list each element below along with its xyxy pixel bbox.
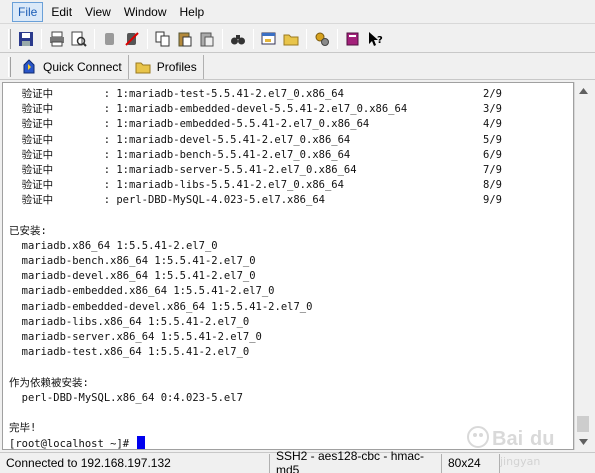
scrollbar-thumb[interactable] [577, 416, 589, 432]
paste-icon[interactable] [175, 29, 195, 49]
print-preview-icon[interactable] [69, 29, 89, 49]
folder-icon[interactable] [281, 29, 301, 49]
terminal-line: mariadb-embedded.x86_64 1:5.5.41-2.el7_0 [9, 285, 275, 298]
terminal-line: 验证中 : perl-DBD-MySQL-4.023-5.el7.x86_64 … [9, 194, 502, 207]
text-cursor [137, 436, 146, 449]
terminal-line: perl-DBD-MySQL.x86_64 0:4.023-5.el7 [9, 391, 243, 404]
connection-status: Connected to 192.168.197.132 [0, 453, 270, 473]
terminal-line: 作为依赖被安装: [9, 376, 89, 389]
terminal-output: 验证中 : 1:mariadb-test-5.5.41-2.el7_0.x86_… [9, 87, 502, 450]
terminal-line: 验证中 : 1:mariadb-test-5.5.41-2.el7_0.x86_… [9, 88, 502, 100]
print-icon[interactable] [47, 29, 67, 49]
toolbar-grip[interactable] [8, 56, 11, 77]
toolbar-separator [337, 28, 338, 49]
menu-file[interactable]: File [12, 1, 44, 22]
find-icon[interactable] [228, 29, 248, 49]
quick-connect-bar: Quick Connect Profiles [0, 54, 595, 80]
menu-view[interactable]: View [80, 3, 116, 21]
sftp-icon[interactable] [259, 29, 279, 49]
scroll-up-arrow-icon[interactable] [575, 82, 592, 99]
disconnect-icon[interactable] [100, 29, 120, 49]
folder-icon [135, 62, 151, 73]
terminal-line: mariadb-bench.x86_64 1:5.5.41-2.el7_0 [9, 255, 256, 268]
svg-text:?: ? [377, 35, 383, 46]
quick-connect-icon [23, 58, 35, 73]
terminal-line: mariadb.x86_64 1:5.5.41-2.el7_0 [9, 239, 218, 252]
vertical-scrollbar[interactable] [574, 82, 591, 450]
toolbar-separator [94, 28, 95, 49]
quick-connect-label: Quick Connect [43, 59, 122, 74]
toolbar-separator [222, 28, 223, 49]
menu-help[interactable]: Help [175, 3, 210, 21]
paste-special-icon[interactable] [197, 29, 217, 49]
toolbar-grip[interactable] [8, 28, 11, 49]
menu-bar: File Edit View Window Help [0, 0, 595, 24]
terminal-line: mariadb-embedded-devel.x86_64 1:5.5.41-2… [9, 300, 313, 313]
terminal-line: mariadb-test.x86_64 1:5.5.41-2.el7_0 [9, 346, 250, 359]
terminal-prompt-line[interactable]: [root@localhost ~]# [9, 436, 502, 450]
status-bar: Connected to 192.168.197.132 SSH2 - aes1… [0, 449, 595, 473]
toolbar-separator [253, 28, 254, 49]
scroll-down-arrow-icon[interactable] [575, 433, 592, 450]
terminal-line: 验证中 : 1:mariadb-bench-5.5.41-2.el7_0.x86… [9, 148, 502, 161]
terminal-line: mariadb-libs.x86_64 1:5.5.41-2.el7_0 [9, 315, 250, 328]
copy-icon[interactable] [153, 29, 173, 49]
terminal-line: 已安装: [9, 224, 47, 237]
terminal-line: 验证中 : 1:mariadb-embedded-5.5.41-2.el7_0.… [9, 118, 502, 131]
quick-connect-button[interactable]: Quick Connect [15, 54, 129, 79]
help-cursor-icon[interactable]: ? [365, 29, 385, 49]
menu-window[interactable]: Window [119, 3, 172, 21]
profiles-button[interactable]: Profiles [129, 54, 204, 79]
toolbar-separator [41, 28, 42, 49]
terminal-line: mariadb-devel.x86_64 1:5.5.41-2.el7_0 [9, 270, 256, 283]
terminal-line: 验证中 : 1:mariadb-libs-5.5.41-2.el7_0.x86_… [9, 179, 502, 192]
terminal-size: 80x24 [442, 453, 500, 473]
cipher-status: SSH2 - aes128-cbc - hmac-md5 [270, 449, 442, 473]
save-icon[interactable] [16, 29, 36, 49]
terminal-line: 验证中 : 1:mariadb-embedded-devel-5.5.41-2.… [9, 103, 502, 116]
terminal-line: 验证中 : 1:mariadb-server-5.5.41-2.el7_0.x8… [9, 163, 502, 176]
profiles-book-icon[interactable] [343, 29, 363, 49]
toolbar-separator [147, 28, 148, 49]
profiles-label: Profiles [156, 59, 197, 74]
shell-prompt: [root@localhost ~]# [9, 438, 136, 450]
terminal-line: mariadb-server.x86_64 1:5.5.41-2.el7_0 [9, 331, 262, 343]
terminal-window[interactable]: 验证中 : 1:mariadb-test-5.5.41-2.el7_0.x86_… [2, 82, 574, 450]
toolbar-separator [306, 28, 307, 49]
connect-icon[interactable] [122, 29, 142, 49]
terminal-line: 验证中 : 1:mariadb-devel-5.5.41-2.el7_0.x86… [9, 133, 502, 146]
settings-icon[interactable] [312, 29, 332, 49]
toolbar: ? [0, 25, 595, 53]
terminal-line: 完毕! [9, 422, 37, 435]
menu-edit[interactable]: Edit [46, 3, 77, 21]
